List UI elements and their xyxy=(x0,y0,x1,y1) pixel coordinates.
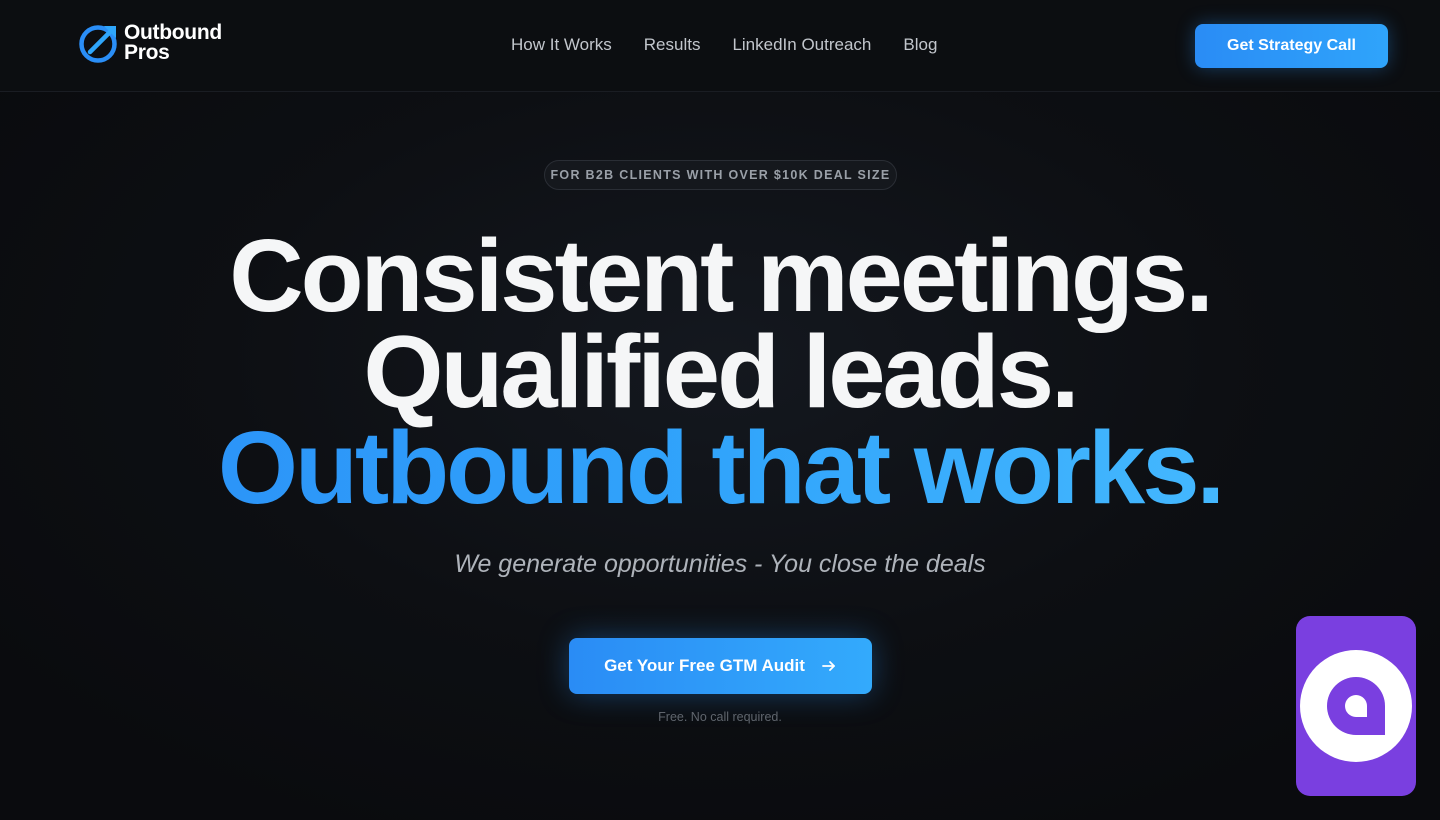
nav-link-results[interactable]: Results xyxy=(644,35,701,55)
target-arrow-icon xyxy=(79,25,117,63)
site-header: Outbound Pros How It Works Results Linke… xyxy=(0,0,1440,92)
brand-name: Outbound Pros xyxy=(124,21,222,64)
chat-widget-button[interactable] xyxy=(1296,616,1416,796)
headline-line-3: Outbound that works. xyxy=(0,416,1440,519)
cta-note: Free. No call required. xyxy=(658,710,782,724)
brand-logo[interactable]: Outbound Pros xyxy=(78,21,238,65)
audience-badge: FOR B2B CLIENTS WITH OVER $10K DEAL SIZE xyxy=(544,160,897,190)
nav-link-blog[interactable]: Blog xyxy=(903,35,937,55)
landing-page: Outbound Pros How It Works Results Linke… xyxy=(0,0,1440,820)
nav-link-how-it-works[interactable]: How It Works xyxy=(511,35,612,55)
hero-headline: Consistent meetings. Qualified leads. Ou… xyxy=(0,218,1440,519)
brand-name-line1: Outbound xyxy=(124,21,222,44)
headline-line-2: Qualified leads. xyxy=(363,314,1079,429)
nav-link-linkedin-outreach[interactable]: LinkedIn Outreach xyxy=(732,35,871,55)
main-nav: How It Works Results LinkedIn Outreach B… xyxy=(511,35,937,55)
get-strategy-call-button[interactable]: Get Strategy Call xyxy=(1195,24,1388,68)
arrow-right-icon xyxy=(822,661,835,671)
chat-bubble-icon xyxy=(1300,650,1412,762)
free-gtm-audit-label: Get Your Free GTM Audit xyxy=(604,656,805,675)
free-gtm-audit-button[interactable]: Get Your Free GTM Audit xyxy=(569,638,872,694)
headline-line-1: Consistent meetings. xyxy=(229,218,1214,333)
brand-name-line2: Pros xyxy=(124,41,170,64)
hero-subheading: We generate opportunities - You close th… xyxy=(454,550,986,578)
